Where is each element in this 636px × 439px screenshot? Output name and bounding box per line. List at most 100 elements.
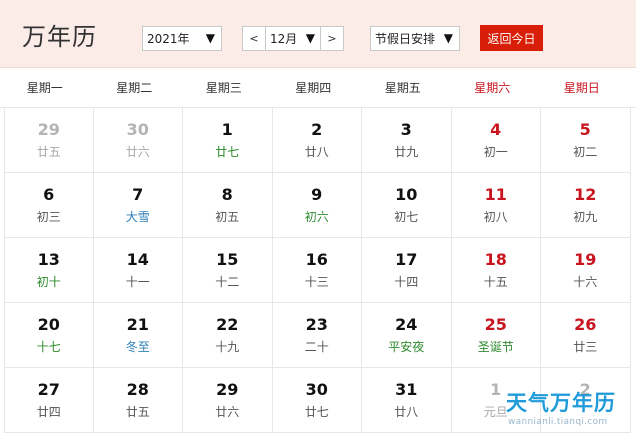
day-cell[interactable]: 1 元旦 <box>451 368 541 433</box>
day-number: 28 <box>126 380 149 399</box>
day-cell[interactable]: 24 平安夜 <box>362 303 452 368</box>
day-cell[interactable]: 5 初二 <box>541 108 631 173</box>
day-cell[interactable]: 14 十一 <box>93 238 183 303</box>
day-cell[interactable]: 9 初六 <box>272 173 362 238</box>
day-cell[interactable]: 21 冬至 <box>93 303 183 368</box>
day-number: 20 <box>37 315 60 334</box>
lunar-date: 初二 <box>573 145 598 159</box>
day-number: 30 <box>305 380 328 399</box>
day-number: 1 <box>490 380 502 399</box>
day-number: 23 <box>305 315 328 334</box>
lunar-date: 元旦 <box>483 405 508 419</box>
day-cell[interactable]: 3 廿九 <box>362 108 452 173</box>
back-to-today-button[interactable]: 返回今日 <box>480 25 543 51</box>
day-cell[interactable]: 11 初八 <box>451 173 541 238</box>
day-cell[interactable]: 18 十五 <box>451 238 541 303</box>
day-cell[interactable]: 8 初五 <box>183 173 273 238</box>
lunar-date: 廿五 <box>36 145 61 159</box>
day-cell[interactable]: 28 廿五 <box>93 368 183 433</box>
day-number: 13 <box>37 250 60 269</box>
lunar-date: 十三 <box>304 275 329 289</box>
day-cell[interactable]: 1 廿七 <box>183 108 273 173</box>
day-number: 14 <box>126 250 149 269</box>
lunar-date: 廿八 <box>304 145 329 159</box>
app-title: 万年历 <box>22 23 97 51</box>
lunar-date: 初九 <box>573 210 598 224</box>
lunar-date: 初七 <box>394 210 419 224</box>
day-cell[interactable]: 29 廿五 <box>4 108 94 173</box>
lunar-date: 廿五 <box>125 405 150 419</box>
day-cell[interactable]: 29 廿六 <box>183 368 273 433</box>
day-cell[interactable]: 4 初一 <box>451 108 541 173</box>
day-number: 27 <box>37 380 60 399</box>
day-cell[interactable]: 16 十三 <box>272 238 362 303</box>
lunar-date: 大雪 <box>125 210 150 224</box>
day-number: 12 <box>574 185 597 204</box>
day-number: 18 <box>484 250 507 269</box>
lunar-date: 廿四 <box>36 405 61 419</box>
day-cell[interactable]: 15 十二 <box>183 238 273 303</box>
day-cell[interactable]: 12 初九 <box>541 173 631 238</box>
lunar-date: 廿六 <box>125 145 150 159</box>
prev-month-button[interactable]: < <box>242 26 266 51</box>
holiday-select[interactable]: 节假日安排 ▼ <box>370 26 460 51</box>
lunar-date: 初十 <box>36 275 61 289</box>
day-cell[interactable]: 13 初十 <box>4 238 94 303</box>
month-select-value: 12月 <box>270 32 298 46</box>
day-number: 21 <box>126 315 149 334</box>
lunar-date: 十九 <box>215 340 240 354</box>
day-number: 11 <box>484 185 507 204</box>
day-number: 7 <box>132 185 144 204</box>
year-select[interactable]: 2021年 ▼ <box>142 26 222 51</box>
lunar-date: 初三 <box>36 210 61 224</box>
lunar-date: 廿八 <box>394 405 419 419</box>
day-number: 19 <box>574 250 597 269</box>
caret-down-icon: ▼ <box>205 31 215 45</box>
lunar-date: 廿六 <box>215 405 240 419</box>
day-number: 26 <box>574 315 597 334</box>
weekday-label: 星期五 <box>384 81 421 95</box>
day-cell[interactable]: 26 廿三 <box>541 303 631 368</box>
day-cell[interactable]: 25 圣诞节 <box>451 303 541 368</box>
lunar-date: 十五 <box>483 275 508 289</box>
lunar-date: 十六 <box>573 275 598 289</box>
weekday-label: 星期二 <box>116 81 153 95</box>
day-cell[interactable]: 17 十四 <box>362 238 452 303</box>
lunar-date: 二十 <box>304 340 329 354</box>
month-select[interactable]: 12月 ▼ <box>266 26 320 51</box>
day-number: 6 <box>43 185 55 204</box>
day-number: 3 <box>400 120 412 139</box>
day-cell[interactable]: 7 大雪 <box>93 173 183 238</box>
day-number: 15 <box>216 250 239 269</box>
day-cell[interactable]: 6 初三 <box>4 173 94 238</box>
lunar-date: 初五 <box>215 210 240 224</box>
day-number: 29 <box>216 380 239 399</box>
day-cell[interactable]: 22 十九 <box>183 303 273 368</box>
day-cell[interactable]: 2 <box>541 368 631 433</box>
day-cell[interactable]: 20 十七 <box>4 303 94 368</box>
day-cell[interactable]: 27 廿四 <box>4 368 94 433</box>
day-cell[interactable]: 10 初七 <box>362 173 452 238</box>
weekday-label: 星期日 <box>563 81 600 95</box>
day-number: 9 <box>311 185 323 204</box>
day-number: 17 <box>395 250 418 269</box>
next-month-button[interactable]: > <box>320 26 344 51</box>
day-number: 29 <box>37 120 60 139</box>
day-cell[interactable]: 31 廿八 <box>362 368 452 433</box>
day-number: 22 <box>216 315 239 334</box>
day-cell[interactable]: 23 二十 <box>272 303 362 368</box>
day-cell[interactable]: 19 十六 <box>541 238 631 303</box>
day-number: 31 <box>395 380 418 399</box>
day-cell[interactable]: 2 廿八 <box>272 108 362 173</box>
lunar-date: 廿七 <box>215 145 240 159</box>
lunar-date: 十四 <box>394 275 419 289</box>
lunar-date: 初一 <box>483 145 508 159</box>
weekday-label: 星期四 <box>295 81 332 95</box>
lunar-date: 冬至 <box>125 340 150 354</box>
day-cell[interactable]: 30 廿六 <box>93 108 183 173</box>
day-number: 16 <box>305 250 328 269</box>
day-number: 1 <box>221 120 233 139</box>
lunar-date: 圣诞节 <box>477 340 514 354</box>
day-cell[interactable]: 30 廿七 <box>272 368 362 433</box>
lunar-date: 十一 <box>125 275 150 289</box>
